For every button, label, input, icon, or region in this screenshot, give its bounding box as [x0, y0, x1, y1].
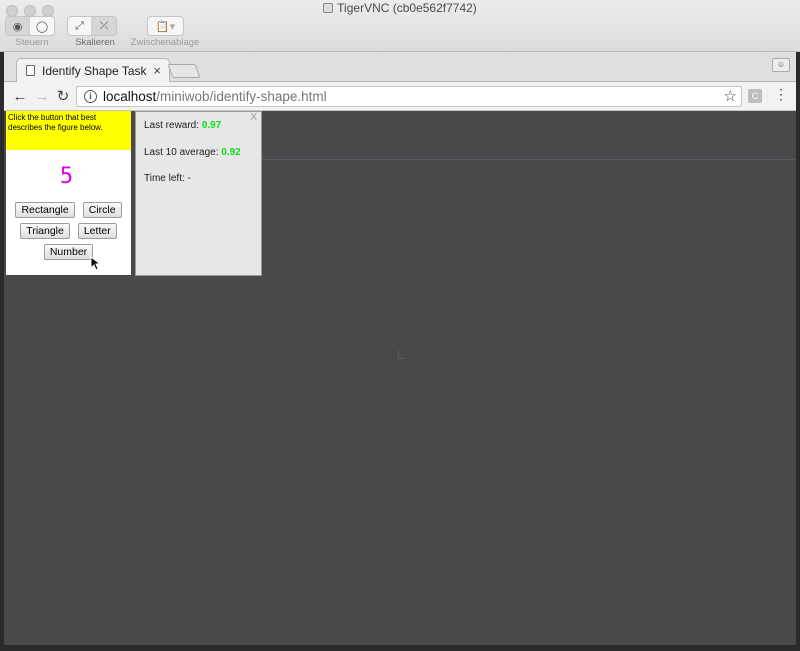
- pointer-control-button[interactable]: ◉: [6, 17, 30, 35]
- forward-arrow-icon[interactable]: →: [32, 86, 52, 106]
- figure-digit: 5: [59, 164, 74, 189]
- back-arrow-icon[interactable]: ←: [10, 86, 30, 106]
- bookmark-star-icon[interactable]: ☆: [724, 87, 737, 105]
- vnc-titlebar: TigerVNC (cb0e562f7742) ◉ ◯ Steuern ⤢ ⤫ …: [0, 0, 800, 52]
- profile-icon[interactable]: ☺: [772, 58, 790, 72]
- url-host: localhost: [103, 89, 157, 104]
- skalieren-label: Skalieren: [75, 37, 115, 48]
- extension-icon[interactable]: C: [748, 89, 762, 103]
- tab-title: Identify Shape Task: [42, 64, 147, 78]
- last-reward-label: Last reward:: [144, 120, 200, 131]
- address-bar[interactable]: i localhost/miniwob/identify-shape.html …: [76, 86, 742, 107]
- tab-strip: Identify Shape Task × ☺: [4, 52, 796, 83]
- triangle-button[interactable]: Triangle: [20, 223, 70, 239]
- info-icon[interactable]: i: [84, 90, 97, 103]
- clipboard-group: 📋▾: [147, 16, 184, 36]
- clipboard-icon[interactable]: 📋▾: [148, 17, 183, 35]
- artifact-mark: [398, 350, 405, 359]
- number-button[interactable]: Number: [43, 244, 94, 260]
- page-icon: [26, 65, 35, 76]
- tab-identify-shape[interactable]: Identify Shape Task ×: [16, 58, 170, 83]
- zwischenablage-label: Zwischenablage: [130, 37, 200, 48]
- last10-label: Last 10 average:: [144, 147, 219, 158]
- reload-icon[interactable]: ↻: [53, 86, 73, 106]
- new-tab-button[interactable]: [167, 64, 201, 78]
- vnc-app-icon: [323, 3, 334, 13]
- expand-scale-icon[interactable]: ⤢: [68, 17, 92, 35]
- last-reward-line: Last reward: 0.97: [144, 120, 221, 131]
- last10-line: Last 10 average: 0.92: [144, 147, 241, 158]
- tab-close-icon[interactable]: ×: [153, 63, 161, 78]
- task-area: Click the button that best describes the…: [6, 111, 131, 275]
- chrome-menu-icon[interactable]: ⋮: [774, 86, 788, 103]
- browser-toolbar: ← → ↻ i localhost/miniwob/identify-shape…: [4, 82, 796, 111]
- url-path: /miniwob/identify-shape.html: [156, 89, 327, 104]
- divider: [262, 159, 796, 160]
- last-reward-value: 0.97: [201, 120, 222, 131]
- shrink-scale-icon[interactable]: ⤫: [92, 17, 116, 35]
- steuern-label: Steuern: [15, 37, 49, 48]
- letter-button[interactable]: Letter: [77, 223, 117, 239]
- mouse-cursor-icon: [90, 256, 100, 271]
- circle-button[interactable]: Circle: [82, 202, 122, 218]
- page-viewport: Click the button that best describes the…: [4, 111, 796, 645]
- shape-area: 5: [6, 150, 131, 202]
- reward-close-button[interactable]: X: [250, 112, 257, 123]
- steuern-group: ◉ ◯: [5, 16, 55, 36]
- task-query: Click the button that best describes the…: [6, 111, 131, 150]
- time-left-label: Time left:: [144, 173, 185, 184]
- binoculars-view-button[interactable]: ◯: [30, 17, 54, 35]
- url-text: localhost/miniwob/identify-shape.html: [103, 89, 327, 104]
- window-title: TigerVNC (cb0e562f7742): [0, 1, 800, 15]
- last10-value: 0.92: [221, 147, 241, 158]
- reward-panel: X Last reward: 0.97 Last 10 average: 0.9…: [135, 111, 262, 276]
- skalieren-group: ⤢ ⤫: [67, 16, 117, 36]
- rectangle-button[interactable]: Rectangle: [15, 202, 75, 218]
- time-left-line: Time left: -: [144, 173, 191, 184]
- time-left-value: -: [187, 173, 191, 184]
- vnc-screen[interactable]: Identify Shape Task × ☺ ← → ↻ i localhos…: [4, 52, 796, 645]
